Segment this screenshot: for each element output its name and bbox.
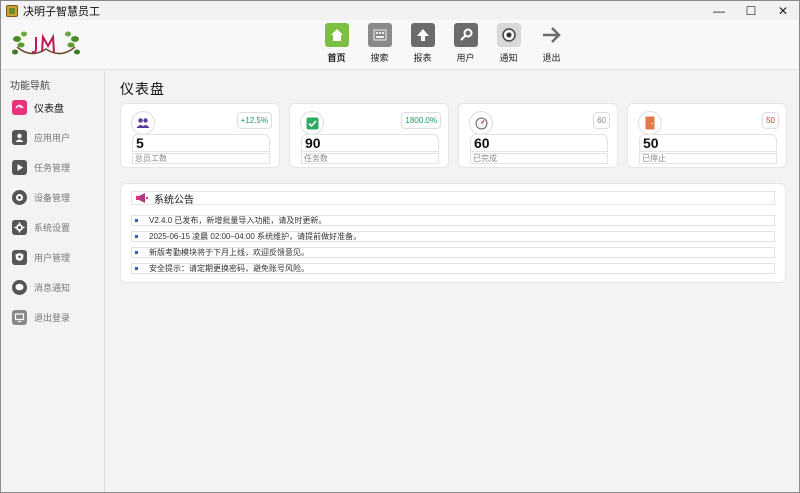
- window-controls: — ☐ ✕: [703, 1, 799, 20]
- stat-badge: 50: [762, 112, 779, 129]
- app-window: 决明子智慧员工 — ☐ ✕ 首页 搜索 报表 用户 通知 退出 功能导航 仪表盘应用用户任…: [0, 0, 800, 493]
- bullet-icon: [135, 251, 138, 254]
- stat-value: 5: [132, 134, 270, 152]
- maximize-button[interactable]: ☐: [735, 1, 767, 20]
- stat-value: 90: [301, 134, 439, 152]
- sidebar: 功能导航 仪表盘应用用户任务管理设备管理系统设置用户管理消息通知退出登录: [1, 71, 105, 492]
- stat-card: 1800.0% 90 任务数: [289, 103, 449, 168]
- stat-value: 60: [470, 134, 608, 152]
- sidebar-item-gear[interactable]: 系统设置: [1, 213, 104, 241]
- shield-user-icon: [12, 249, 27, 265]
- upload-icon: [410, 23, 435, 47]
- gauge-icon: [469, 111, 493, 135]
- toolbar-label: 通知: [499, 53, 518, 63]
- toolbar-clock-button[interactable]: 通知: [487, 23, 530, 64]
- sidebar-item-label: 任务管理: [34, 162, 71, 173]
- sidebar-item-play[interactable]: 任务管理: [1, 153, 104, 181]
- notice-item[interactable]: 新版考勤模块将于下月上线，欢迎反馈意见。: [131, 247, 775, 258]
- toolbar-key-button[interactable]: 用户: [444, 23, 487, 64]
- toolbar-label: 报表: [413, 53, 432, 63]
- stat-label: 总员工数: [132, 153, 270, 164]
- sidebar-item-monitor[interactable]: 退出登录: [1, 303, 104, 331]
- toolbar-keyboard-button[interactable]: 搜索: [358, 23, 401, 64]
- sidebar-item-user[interactable]: 应用用户: [1, 123, 104, 151]
- close-button[interactable]: ✕: [767, 1, 799, 20]
- sidebar-title: 功能导航: [10, 81, 50, 92]
- sidebar-item-label: 应用用户: [34, 132, 71, 143]
- notice-title: 系统公告: [154, 194, 194, 206]
- toolbar: 首页 搜索 报表 用户 通知 退出: [1, 20, 799, 70]
- notice-text: 新版考勤模块将于下月上线，欢迎反馈意见。: [149, 248, 309, 257]
- toolbar-arrow-right-button[interactable]: 退出: [530, 23, 573, 64]
- notice-panel: 系统公告 V2.4.0 已发布，新增批量导入功能，请及时更新。 2025-06-1…: [120, 183, 786, 283]
- arrow-right-icon: [540, 23, 564, 47]
- notice-text: 2025-06-15 凌晨 02:00–04:00 系统维护，请提前做好准备。: [149, 232, 362, 241]
- sidebar-item-dashboard[interactable]: 仪表盘: [1, 93, 104, 121]
- notice-item[interactable]: V2.4.0 已发布，新增批量导入功能，请及时更新。: [131, 215, 775, 226]
- sidebar-item-label: 用户管理: [34, 252, 71, 263]
- dashboard-icon: [12, 99, 27, 115]
- sidebar-item-label: 退出登录: [34, 312, 71, 323]
- chat-icon: [12, 279, 27, 295]
- monitor-icon: [12, 309, 27, 325]
- play-icon: [12, 159, 27, 175]
- sidebar-item-device[interactable]: 设备管理: [1, 183, 104, 211]
- app-logo-icon: [6, 4, 18, 17]
- sidebar-item-label: 仪表盘: [34, 103, 64, 115]
- stat-card: 60 60 已完成: [458, 103, 618, 168]
- home-icon: [324, 23, 349, 47]
- page-title: 仪表盘: [120, 81, 165, 97]
- notice-header: 系统公告: [131, 191, 775, 206]
- group-icon: [131, 111, 155, 135]
- title-bar: 决明子智慧员工 — ☐ ✕: [1, 1, 799, 20]
- stat-badge: +12.5%: [236, 112, 272, 129]
- bullet-icon: [135, 219, 138, 222]
- toolbar-label: 首页: [327, 53, 346, 63]
- notice-item[interactable]: 安全提示：请定期更换密码，避免账号风险。: [131, 263, 775, 274]
- user-icon: [12, 129, 27, 145]
- window-title: 决明子智慧员工: [23, 5, 100, 18]
- minimize-button[interactable]: —: [703, 1, 735, 20]
- toolbar-label: 搜索: [370, 53, 389, 63]
- device-icon: [12, 189, 27, 205]
- gear-icon: [12, 219, 27, 235]
- bullet-icon: [135, 235, 138, 238]
- stat-label: 已完成: [470, 153, 608, 164]
- toolbar-items: 首页 搜索 报表 用户 通知 退出: [315, 23, 573, 64]
- toolbar-label: 用户: [456, 53, 475, 63]
- stat-card: 50 50 已停止: [627, 103, 787, 168]
- stat-card: +12.5% 5 总员工数: [120, 103, 280, 168]
- stat-label: 任务数: [301, 153, 439, 164]
- sidebar-item-label: 设备管理: [34, 192, 71, 203]
- stat-badge: 1800.0%: [401, 112, 441, 129]
- notice-item[interactable]: 2025-06-15 凌晨 02:00–04:00 系统维护，请提前做好准备。: [131, 231, 775, 242]
- stat-value: 50: [639, 134, 777, 152]
- sidebar-item-chat[interactable]: 消息通知: [1, 273, 104, 301]
- clock-icon: [496, 23, 521, 47]
- door-icon: [638, 111, 662, 135]
- sidebar-item-label: 消息通知: [34, 282, 71, 293]
- megaphone-icon: [136, 193, 148, 203]
- main-content: 仪表盘 +12.5% 5 总员工数 1800.0% 90 任务数 60 60 已完成 50 50 已停…: [106, 71, 799, 492]
- notice-text: 安全提示：请定期更换密码，避免账号风险。: [149, 264, 309, 273]
- jm-logo: [12, 31, 80, 55]
- stat-label: 已停止: [639, 153, 777, 164]
- check-icon: [300, 111, 324, 135]
- notice-text: V2.4.0 已发布，新增批量导入功能，请及时更新。: [149, 216, 327, 225]
- key-icon: [453, 23, 478, 47]
- stat-badge: 60: [593, 112, 610, 129]
- toolbar-upload-button[interactable]: 报表: [401, 23, 444, 64]
- sidebar-item-shield-user[interactable]: 用户管理: [1, 243, 104, 271]
- toolbar-home-button[interactable]: 首页: [315, 23, 358, 64]
- bullet-icon: [135, 267, 138, 270]
- sidebar-item-label: 系统设置: [34, 222, 71, 233]
- toolbar-label: 退出: [542, 53, 561, 63]
- keyboard-icon: [367, 23, 392, 47]
